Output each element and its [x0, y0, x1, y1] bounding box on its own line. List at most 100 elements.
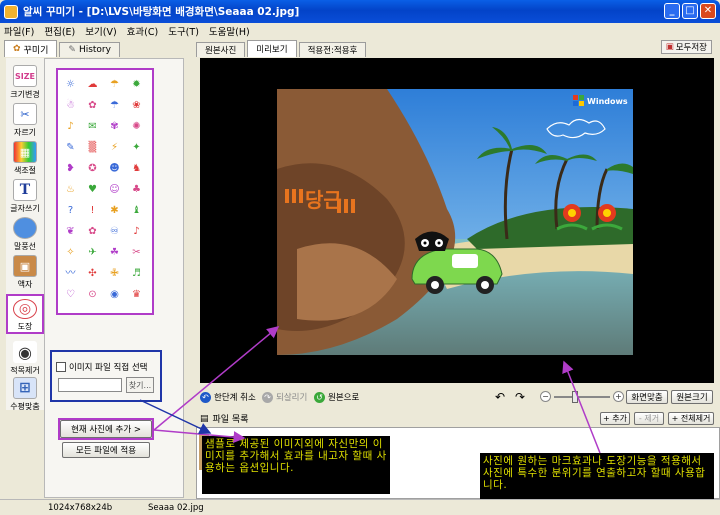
zoom-out-icon[interactable]: − [540, 391, 551, 402]
menu-edit[interactable]: 편집(E) [44, 24, 75, 38]
sticker-item[interactable]: ⊙ [86, 288, 99, 301]
sticker-item[interactable]: ✿ [86, 225, 99, 238]
menu-view[interactable]: 보기(V) [85, 24, 116, 38]
tool-text[interactable]: T 글자쓰기 [6, 176, 44, 218]
redo-button[interactable]: ↷ 되살리기 [262, 391, 307, 403]
apply-all-files-button[interactable]: 모든 파일에 적용 [62, 442, 150, 458]
sticker-item[interactable]: ♞ [130, 162, 143, 175]
tool-speech-bubble-label: 말풍선 [13, 242, 37, 251]
find-file-button[interactable]: 찾기... [126, 377, 154, 393]
sticker-item[interactable]: ✺ [130, 120, 143, 133]
sticker-item[interactable]: ❦ [64, 225, 77, 238]
sticker-item[interactable]: ◉ [108, 288, 121, 301]
menu-file[interactable]: 파일(F) [4, 24, 34, 38]
zoom-track[interactable] [554, 390, 610, 403]
sticker-item[interactable]: ❀ [130, 99, 143, 112]
minimize-button[interactable]: _ [664, 3, 680, 19]
menu-bar: 파일(F) 편집(E) 보기(V) 효과(C) 도구(T) 도움말(H) [0, 23, 720, 39]
image-file-checkbox-row[interactable]: 이미지 파일 직접 선택 [56, 361, 148, 373]
sticker-item[interactable]: ✪ [86, 162, 99, 175]
tab-original-photo[interactable]: 원본사진 [196, 42, 246, 57]
file-remove-button[interactable]: - 제거 [634, 412, 664, 425]
rotate-left-button[interactable]: ↶ [495, 390, 505, 404]
restore-original-button[interactable]: ↺ 원본으로 [314, 391, 359, 403]
menu-tools[interactable]: 도구(T) [168, 24, 199, 38]
sticker-item[interactable]: ☁ [86, 78, 99, 91]
sticker-item[interactable]: ✂ [130, 246, 143, 259]
sticker-item[interactable]: ✉ [86, 120, 99, 133]
sticker-item[interactable]: ? [64, 204, 77, 217]
tab-before-after[interactable]: 적용전:적용후 [298, 42, 367, 57]
close-button[interactable]: ✕ [700, 3, 716, 19]
sticker-item[interactable]: ⚡ [108, 141, 121, 154]
sticker-item[interactable]: ✙ [108, 267, 121, 280]
sticker-item[interactable]: ✈ [86, 246, 99, 259]
tool-frame[interactable]: ▣ 액자 [6, 252, 44, 294]
sticker-item[interactable]: ✣ [86, 267, 99, 280]
sticker-item[interactable]: ✧ [64, 246, 77, 259]
tab-history[interactable]: ✎ History [59, 42, 120, 57]
sticker-item[interactable]: ☼ [64, 78, 77, 91]
sticker-item[interactable]: ✱ [108, 204, 121, 217]
sticker-item[interactable]: ☻ [108, 162, 121, 175]
tool-crop[interactable]: ✂ 자르기 [6, 100, 44, 142]
image-file-path-input[interactable] [58, 378, 122, 392]
add-to-current-photo-button[interactable]: 현재 사진에 추가 > [60, 420, 152, 438]
tool-speech-bubble[interactable]: 말풍선 [6, 214, 44, 256]
fit-screen-button[interactable]: 화면맞춤 [626, 390, 668, 404]
sticker-item[interactable]: ☃ [64, 99, 77, 112]
file-list-header: ▤ 파일 목록 + 추가 - 제거 + 전체제거 [196, 411, 720, 426]
sticker-item[interactable]: ♥ [86, 183, 99, 196]
restore-original-label: 원본으로 [328, 393, 360, 403]
undo-step-button[interactable]: ↶ 한단계 취소 [200, 391, 256, 403]
sticker-item[interactable]: ☂ [108, 78, 121, 91]
color-adjust-icon: ▦ [13, 141, 37, 163]
left-tab-strip: ✿ 꾸미기 ✎ History [0, 40, 190, 57]
save-all-button[interactable]: ▣ 모두저장 [660, 40, 712, 54]
sticker-item[interactable]: ✦ [130, 141, 143, 154]
sticker-item[interactable]: ♨ [64, 183, 77, 196]
tool-stamp[interactable]: ◎ 도장 [6, 294, 44, 334]
original-size-button[interactable]: 원본크기 [671, 390, 713, 404]
file-add-button[interactable]: + 추가 [600, 412, 630, 425]
tool-level[interactable]: ⊞ 수평맞춤 [6, 374, 44, 416]
sticker-item[interactable]: 〰 [64, 267, 77, 280]
sticker-item[interactable]: ❥ [64, 162, 77, 175]
menu-effects[interactable]: 효과(C) [127, 24, 159, 38]
sticker-item[interactable]: ♣ [130, 183, 143, 196]
zoom-thumb[interactable] [572, 390, 578, 403]
sticker-item[interactable]: ♛ [130, 288, 143, 301]
file-remove-all-button[interactable]: + 전체제거 [668, 412, 714, 425]
sticker-item[interactable]: ☺ [108, 183, 121, 196]
tab-preview[interactable]: 미리보기 [247, 40, 297, 57]
speech-bubble-icon [13, 217, 37, 239]
sticker-item[interactable]: ♪ [64, 120, 77, 133]
image-file-checkbox[interactable] [56, 362, 66, 372]
zoom-slider[interactable]: − + [540, 390, 624, 403]
sticker-item[interactable]: ✎ [64, 141, 77, 154]
tool-color-adjust[interactable]: ▦ 색조절 [6, 138, 44, 180]
sticker-item[interactable]: ♾ [108, 225, 121, 238]
tool-resize[interactable]: SIZE 크기변경 [6, 62, 44, 104]
sticker-item[interactable]: ♬ [130, 267, 143, 280]
rotate-right-button[interactable]: ↷ [515, 390, 525, 404]
status-resolution: 1024x768x24b [48, 502, 113, 513]
tab-decorate[interactable]: ✿ 꾸미기 [4, 40, 58, 57]
zoom-in-icon[interactable]: + [613, 391, 624, 402]
sticker-item[interactable]: ! [86, 204, 99, 217]
sticker-item[interactable]: ☘ [108, 246, 121, 259]
svg-text:Windows: Windows [587, 97, 628, 106]
sticker-item[interactable]: ✹ [130, 78, 143, 91]
red-eye-icon: ◉ [13, 341, 37, 363]
menu-help[interactable]: 도움말(H) [209, 24, 250, 38]
sticker-item[interactable]: ♝ [130, 204, 143, 217]
sticker-item[interactable]: ♪ [130, 225, 143, 238]
stamp-icon: ◎ [13, 299, 37, 319]
sticker-item[interactable]: ▒ [86, 141, 99, 154]
sticker-item[interactable]: ♡ [64, 288, 77, 301]
sticker-item[interactable]: ✾ [108, 120, 121, 133]
sticker-item[interactable]: ☂ [108, 99, 121, 112]
sticker-item[interactable]: ✿ [86, 99, 99, 112]
maximize-button[interactable]: □ [682, 3, 698, 19]
save-all-label: 모두저장 [675, 43, 707, 53]
